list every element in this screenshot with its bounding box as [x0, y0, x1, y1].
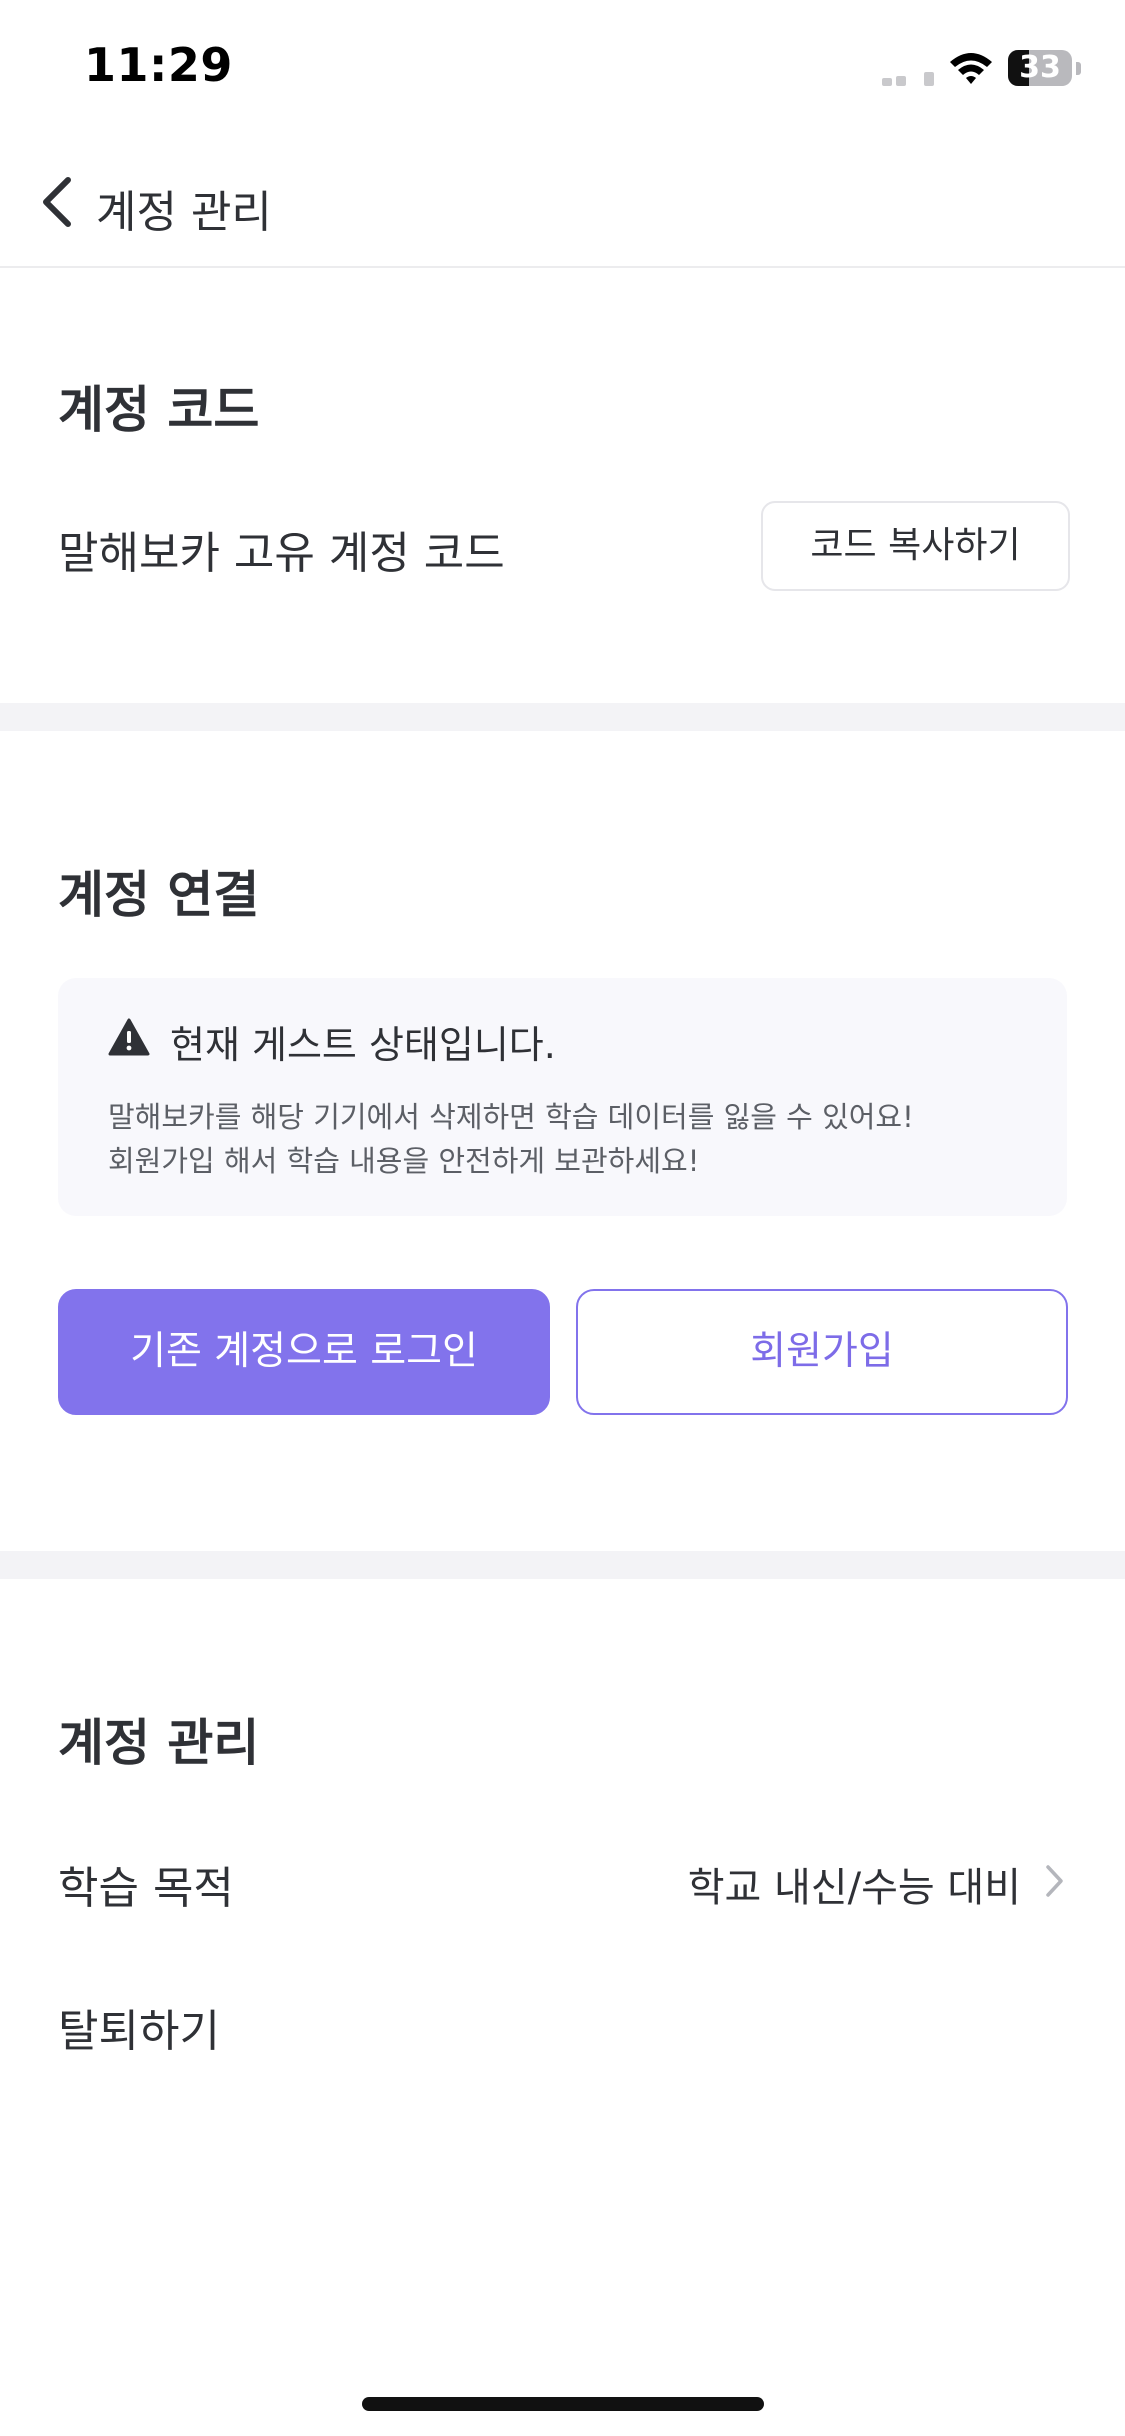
account-link-section-title: 계정 연결 — [58, 866, 260, 924]
section-divider — [0, 1551, 1125, 1579]
account-code-label: 말해보카 고유 계정 코드 — [58, 528, 505, 579]
section-divider — [0, 703, 1125, 731]
battery-cap — [1076, 62, 1081, 75]
copy-code-button[interactable]: 코드 복사하기 — [761, 501, 1070, 591]
signup-button[interactable]: 회원가입 — [576, 1289, 1068, 1415]
study-goal-value[interactable]: 학교 내신/수능 대비 — [688, 1855, 1021, 1913]
login-existing-account-button[interactable]: 기존 계정으로 로그인 — [58, 1289, 550, 1415]
chevron-right-icon[interactable] — [1042, 1863, 1066, 1899]
chevron-left-icon — [43, 177, 71, 227]
account-code-section-title: 계정 코드 — [58, 381, 260, 439]
battery-percent: 33 — [1019, 50, 1061, 85]
study-goal-label[interactable]: 학습 목적 — [58, 1852, 234, 1916]
account-manage-section-title: 계정 관리 — [58, 1714, 260, 1772]
notice-line-2: 회원가입 해서 학습 내용을 안전하게 보관하세요! — [108, 1144, 700, 1178]
wifi-icon — [950, 53, 992, 84]
home-indicator[interactable] — [362, 2397, 764, 2411]
status-bar: 11:29 33 — [0, 0, 1125, 140]
notice-title: 현재 게스트 상태입니다. — [170, 1023, 556, 1067]
warning-icon — [108, 1018, 150, 1056]
guest-notice: 현재 게스트 상태입니다. 말해보카를 해당 기기에서 삭제하면 학습 데이터를… — [58, 978, 1067, 1216]
status-time: 11:29 — [84, 38, 233, 92]
notice-line-1: 말해보카를 해당 기기에서 삭제하면 학습 데이터를 잃을 수 있어요! — [108, 1100, 914, 1134]
battery-icon: 33 — [1008, 50, 1072, 86]
page-title: 계정 관리 — [96, 187, 272, 238]
navigation-header: 계정 관리 — [0, 150, 1125, 268]
back-button[interactable] — [36, 172, 86, 232]
withdraw-button[interactable]: 탈퇴하기 — [58, 1995, 220, 2059]
cellular-signal-icon — [882, 72, 934, 86]
